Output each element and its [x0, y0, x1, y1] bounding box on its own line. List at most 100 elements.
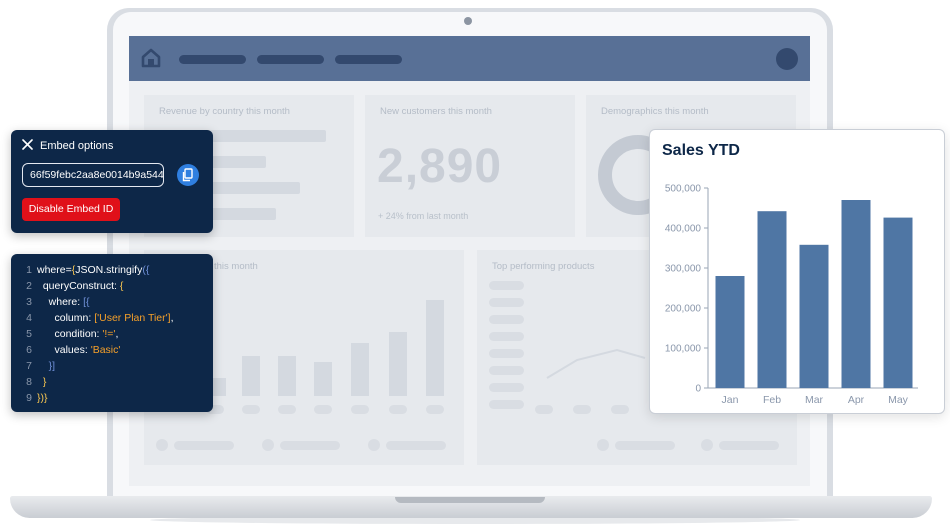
disable-embed-id-button[interactable]: Disable Embed ID: [22, 198, 120, 221]
code-token: ,: [170, 312, 174, 324]
home-icon[interactable]: [141, 48, 161, 68]
placeholder-pill: [489, 366, 524, 375]
bar-apr: [841, 200, 871, 388]
placeholder-pill: [489, 332, 524, 341]
legend-dot: [368, 439, 380, 451]
code-token: })}: [37, 392, 48, 404]
bar-jan: [715, 276, 745, 388]
line-number: 1: [26, 264, 32, 276]
avatar[interactable]: [776, 48, 798, 70]
y-tick-label: 400,000: [665, 224, 702, 235]
x-tick-label: Feb: [763, 394, 781, 406]
code-token: ['User Plan Tier']: [94, 312, 171, 324]
close-icon[interactable]: [22, 139, 33, 150]
sales-ytd-card: Sales YTD 0 100,000 200,000 300,000 400,000 5…: [649, 129, 945, 414]
line-number: 6: [26, 344, 32, 356]
line-number: 4: [26, 312, 32, 324]
card-title: Top performing products: [492, 261, 595, 272]
copy-icon: [182, 168, 193, 182]
camera-icon: [464, 17, 472, 25]
placeholder-bar: [426, 300, 444, 396]
placeholder-pill: [489, 400, 524, 409]
nav-item-1[interactable]: [179, 55, 246, 64]
code-token: JSON.stringify: [75, 264, 143, 276]
legend-pill: [615, 441, 675, 450]
x-tick-label: Apr: [848, 394, 865, 406]
bar-may: [883, 217, 913, 388]
code-token: queryConstruct:: [37, 280, 120, 292]
placeholder-pill: [242, 405, 260, 414]
placeholder-pill: [278, 405, 296, 414]
embed-options-panel: Embed options 66f59febc2aa8e0014b9a544 D…: [11, 130, 213, 233]
placeholder-pill: [389, 405, 407, 414]
sales-ytd-chart: 0 100,000 200,000 300,000 400,000 500,000 Jan F…: [665, 184, 918, 406]
code-token: {: [119, 280, 124, 292]
legend-pill: [174, 441, 234, 450]
placeholder-pill: [489, 315, 524, 324]
embed-options-title: Embed options: [40, 140, 114, 152]
line-number: 9: [26, 392, 32, 404]
y-tick-label: 500,000: [665, 184, 702, 195]
legend-dot: [262, 439, 274, 451]
legend-pill: [719, 441, 779, 450]
legend-pill: [386, 441, 446, 450]
legend-dot: [156, 439, 168, 451]
placeholder-pill: [535, 405, 553, 414]
nav-item-3[interactable]: [335, 55, 402, 64]
bar-feb: [757, 211, 787, 388]
code-line: 3 where: [{: [11, 294, 90, 310]
placeholder-pill: [489, 281, 524, 290]
copy-button[interactable]: [177, 164, 199, 186]
x-tick-label: May: [888, 394, 909, 406]
code-token: [{: [83, 296, 90, 308]
placeholder-pill: [489, 349, 524, 358]
code-line: 2 queryConstruct: {: [11, 278, 123, 294]
nav-item-2[interactable]: [257, 55, 324, 64]
placeholder-bar: [278, 356, 296, 396]
y-tick-label: 0: [695, 384, 701, 395]
new-customers-card: New customers this month 2,890 + 24% fro…: [365, 95, 575, 237]
card-title: Revenue by country this month: [159, 106, 290, 117]
legend-dot: [701, 439, 713, 451]
placeholder-pill: [489, 383, 524, 392]
code-token: where:: [37, 296, 84, 308]
placeholder-pill: [426, 405, 444, 414]
placeholder-bar: [351, 343, 369, 396]
legend-dot: [597, 439, 609, 451]
placeholder-pill: [573, 405, 591, 414]
trend-line: [546, 348, 646, 379]
y-tick-label: 300,000: [665, 264, 702, 275]
code-token: values:: [37, 344, 91, 356]
line-number: 8: [26, 376, 32, 388]
code-line: 1 where={JSON.stringify({: [11, 262, 149, 278]
y-tick-label: 200,000: [665, 304, 702, 315]
code-token: where=: [37, 264, 72, 276]
kpi-delta: + 24% from last month: [378, 211, 469, 221]
bar-mar: [799, 244, 829, 388]
code-token: }]: [48, 360, 56, 372]
code-line: 8 }: [11, 374, 46, 390]
placeholder-bar: [242, 356, 260, 396]
embed-id-field[interactable]: 66f59febc2aa8e0014b9a544: [22, 163, 164, 187]
code-token: }: [42, 376, 47, 388]
code-line: 5 condition: '!=',: [11, 326, 118, 342]
placeholder-pill: [489, 298, 524, 307]
code-token: '!=': [102, 328, 116, 340]
laptop-hinge: [395, 497, 545, 503]
placeholder-pill: [314, 405, 332, 414]
line-number: 3: [26, 296, 32, 308]
placeholder-bar: [314, 362, 332, 396]
placeholder-pill: [351, 405, 369, 414]
card-title: New customers this month: [380, 106, 492, 117]
app-header: [129, 36, 810, 81]
code-token: condition:: [37, 328, 103, 340]
x-tick-label: Jan: [722, 394, 739, 406]
card-title: this month: [214, 261, 258, 272]
line-number: 7: [26, 360, 32, 372]
code-line: 6 values: 'Basic': [11, 342, 120, 358]
placeholder-bar: [389, 332, 407, 396]
code-line: 7 }]: [11, 358, 55, 374]
code-line: 4 column: ['User Plan Tier'],: [11, 310, 173, 326]
line-number: 2: [26, 280, 32, 292]
code-snippet: 1 where= {JSON.stringify({ 2 queryConstruc…: [11, 254, 213, 412]
